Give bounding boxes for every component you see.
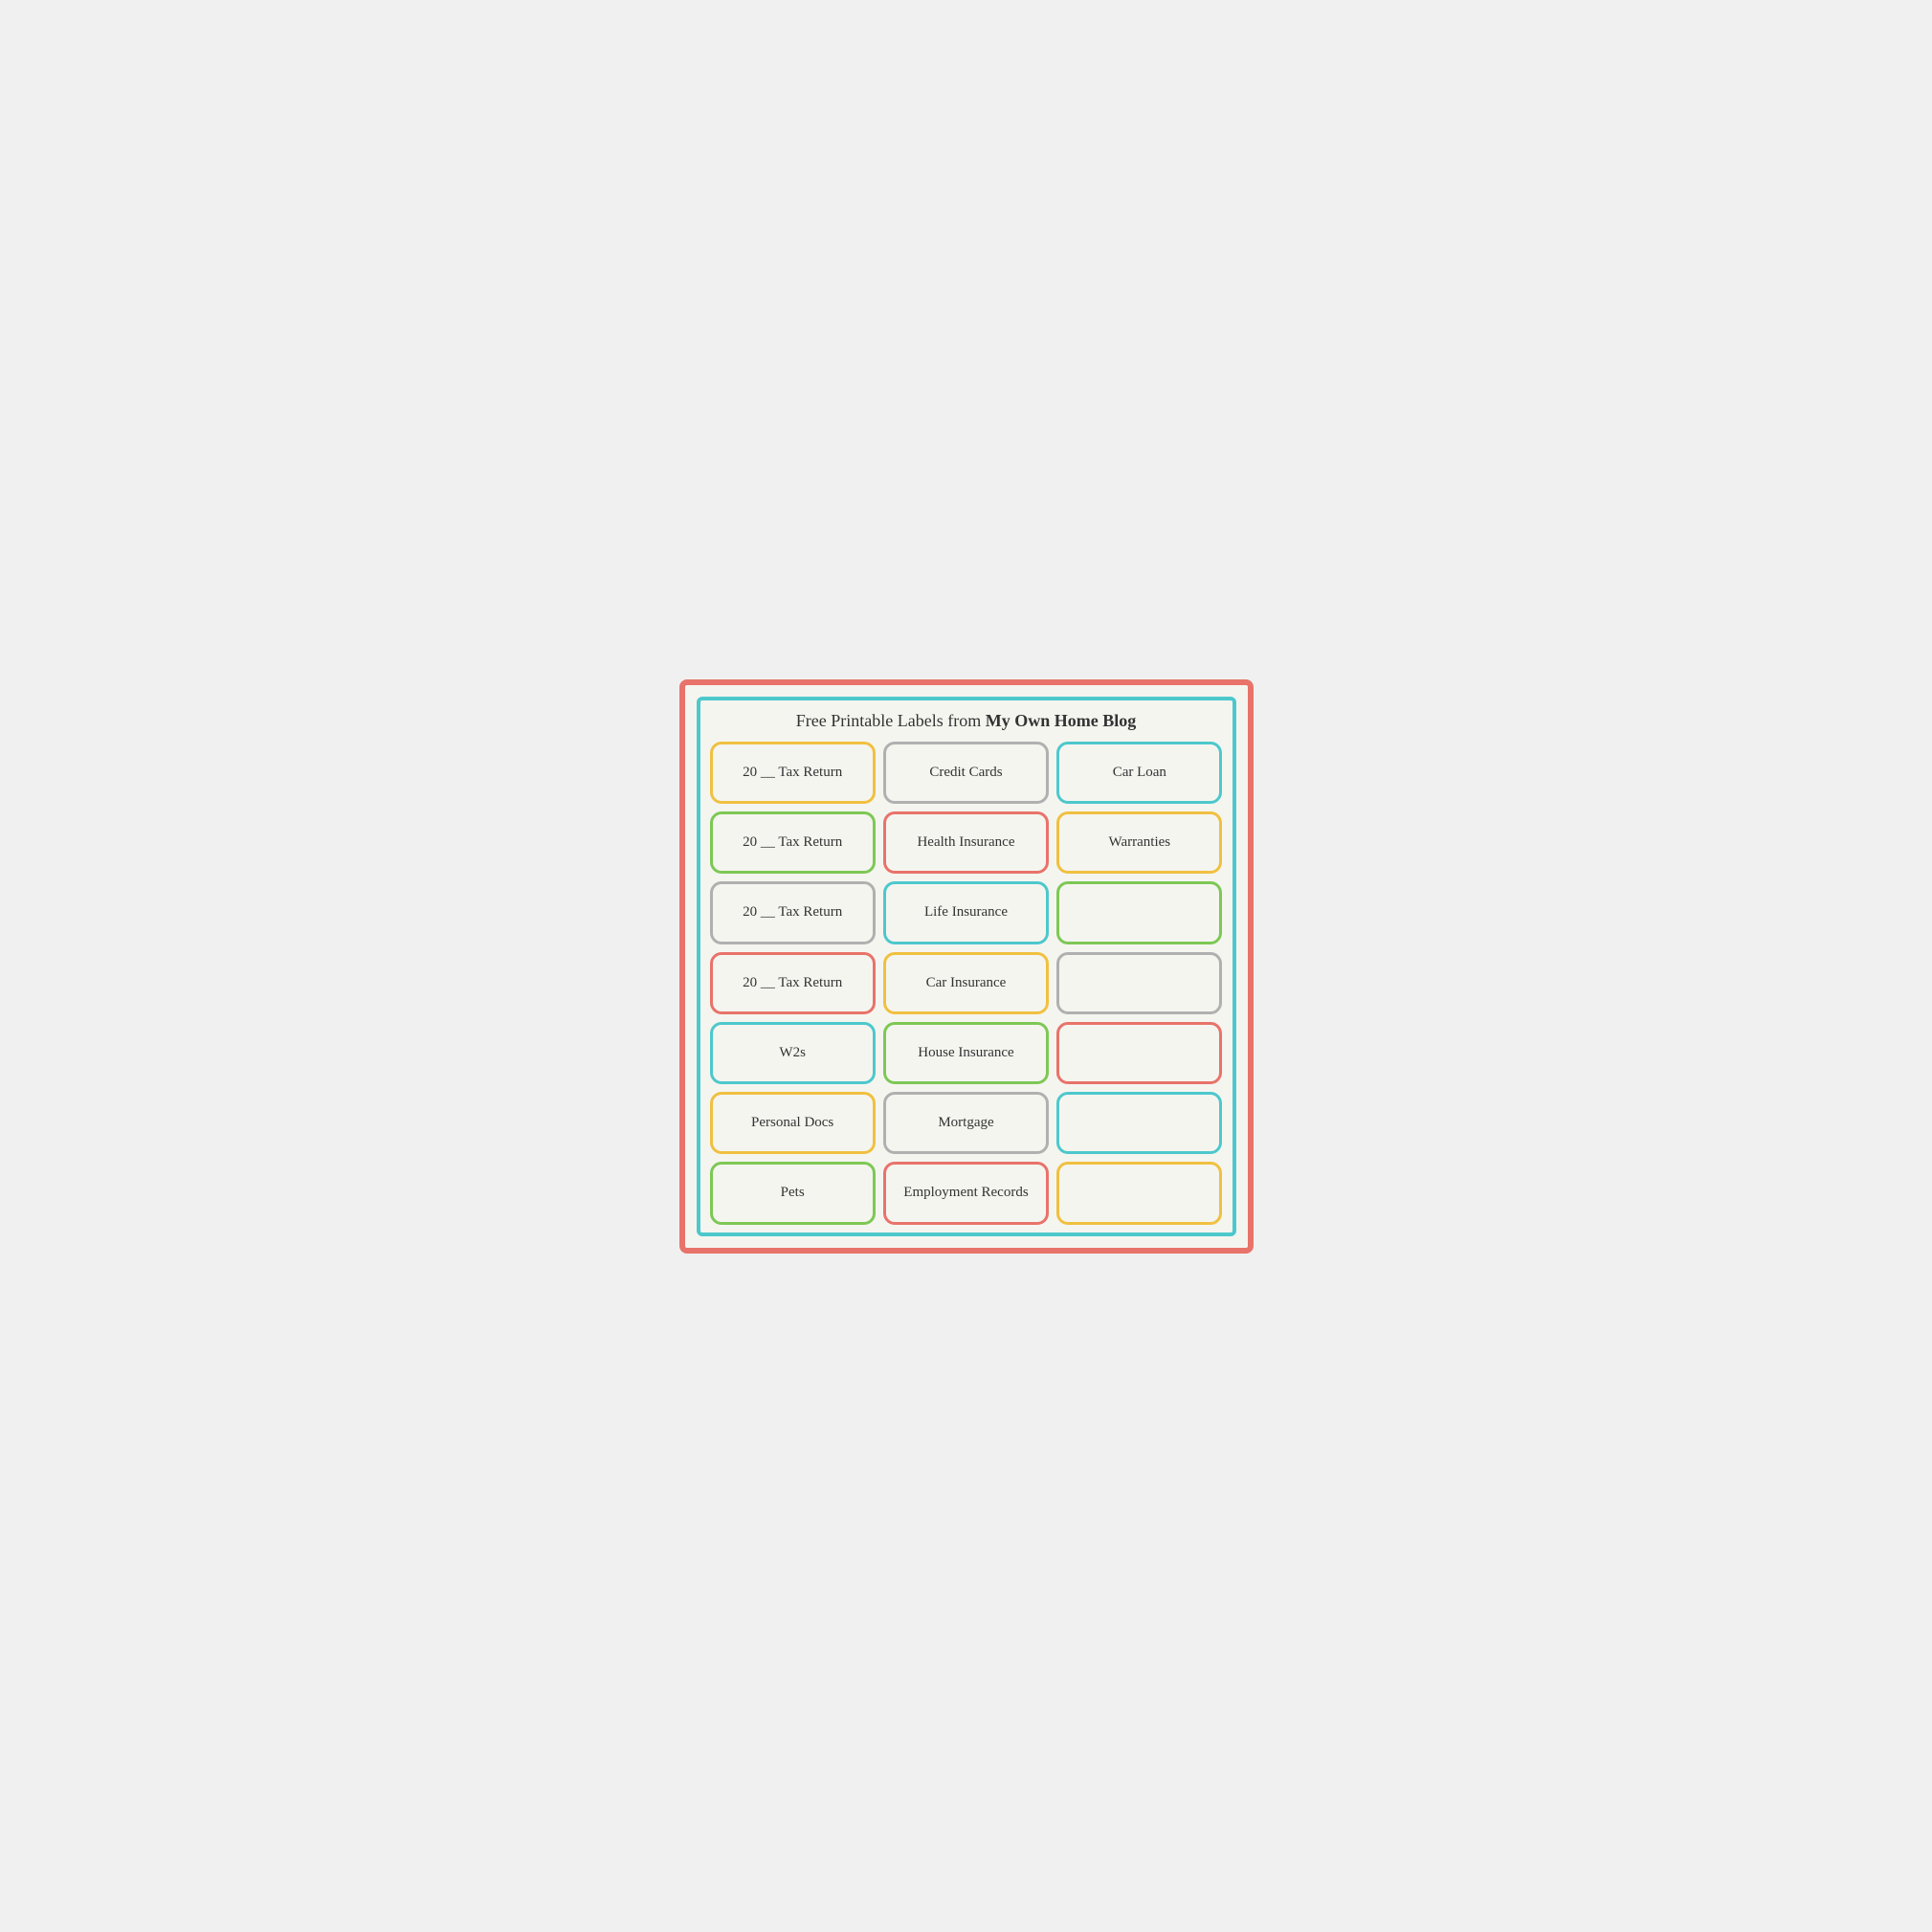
label-card-c9 <box>1056 881 1222 944</box>
label-card-c3: Car Loan <box>1056 742 1222 804</box>
label-grid: 20 __ Tax ReturnCredit CardsCar Loan20 _… <box>710 742 1223 1225</box>
label-card-c8: Life Insurance <box>883 881 1049 944</box>
label-card-c10: 20 __ Tax Return <box>710 952 876 1014</box>
label-card-c16: Personal Docs <box>710 1092 876 1154</box>
label-card-c14: House Insurance <box>883 1022 1049 1084</box>
label-card-c1: 20 __ Tax Return <box>710 742 876 804</box>
title-bold: My Own Home Blog <box>986 711 1137 730</box>
label-card-c11: Car Insurance <box>883 952 1049 1014</box>
label-card-c15 <box>1056 1022 1222 1084</box>
label-card-c6: Warranties <box>1056 811 1222 874</box>
label-card-c17: Mortgage <box>883 1092 1049 1154</box>
label-card-c20: Employment Records <box>883 1162 1049 1224</box>
label-card-c21 <box>1056 1162 1222 1224</box>
label-card-c19: Pets <box>710 1162 876 1224</box>
inner-border: Free Printable Labels from My Own Home B… <box>697 697 1236 1236</box>
label-card-c5: Health Insurance <box>883 811 1049 874</box>
title-plain: Free Printable Labels from <box>796 711 986 730</box>
page-wrapper: Free Printable Labels from My Own Home B… <box>679 679 1254 1254</box>
label-card-c7: 20 __ Tax Return <box>710 881 876 944</box>
page-title: Free Printable Labels from My Own Home B… <box>710 710 1223 732</box>
label-card-c12 <box>1056 952 1222 1014</box>
label-card-c13: W2s <box>710 1022 876 1084</box>
label-card-c2: Credit Cards <box>883 742 1049 804</box>
label-card-c4: 20 __ Tax Return <box>710 811 876 874</box>
label-card-c18 <box>1056 1092 1222 1154</box>
